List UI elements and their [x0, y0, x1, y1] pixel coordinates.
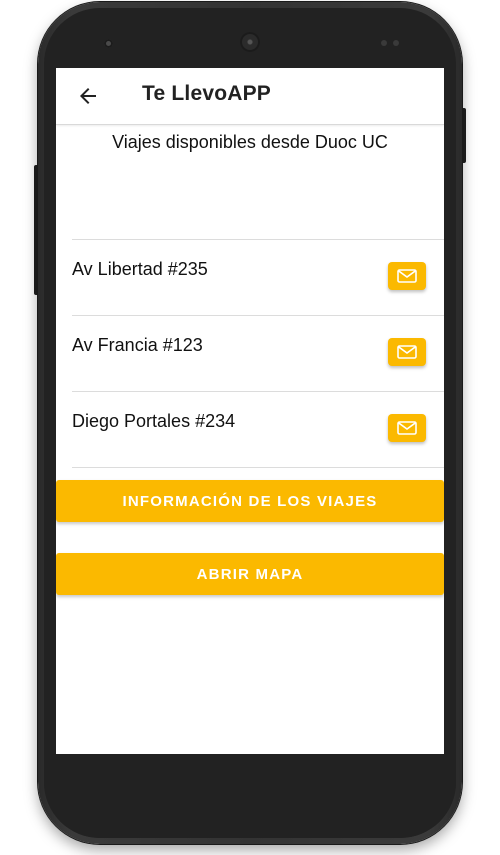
trip-info-button[interactable]: INFORMACIÓN DE LOS VIAJES [56, 480, 444, 522]
page-title: Te LlevoAPP [142, 82, 272, 105]
sensor-icon [393, 40, 399, 46]
list-item[interactable]: Av Francia #123 [72, 315, 444, 391]
app-screen: Te LlevoAPP Viajes disponibles desde Duo… [56, 68, 444, 754]
trip-list: Av Libertad #235 Av Francia #123 Diego P… [72, 239, 444, 468]
trip-address: Av Libertad #235 [72, 259, 208, 279]
mail-button[interactable] [388, 262, 426, 290]
sensor-icon [381, 40, 387, 46]
front-camera-icon [104, 39, 113, 48]
phone-chin [44, 754, 456, 838]
page-subtitle: Viajes disponibles desde Duoc UC [112, 132, 388, 152]
speaker-icon [240, 32, 260, 52]
list-item[interactable]: Diego Portales #234 [72, 391, 444, 468]
app-toolbar: Te LlevoAPP [56, 68, 444, 125]
back-button[interactable] [72, 80, 104, 112]
device-mockup: Te LlevoAPP Viajes disponibles desde Duo… [0, 0, 500, 855]
mail-icon [397, 421, 417, 435]
trip-address: Diego Portales #234 [72, 411, 236, 431]
arrow-left-icon [80, 88, 96, 104]
mail-button[interactable] [388, 338, 426, 366]
trip-address: Av Francia #123 [72, 335, 203, 355]
open-map-button[interactable]: ABRIR MAPA [56, 553, 444, 595]
mail-button[interactable] [388, 414, 426, 442]
list-item[interactable]: Av Libertad #235 [72, 239, 444, 315]
mail-icon [397, 269, 417, 283]
mail-icon [397, 345, 417, 359]
